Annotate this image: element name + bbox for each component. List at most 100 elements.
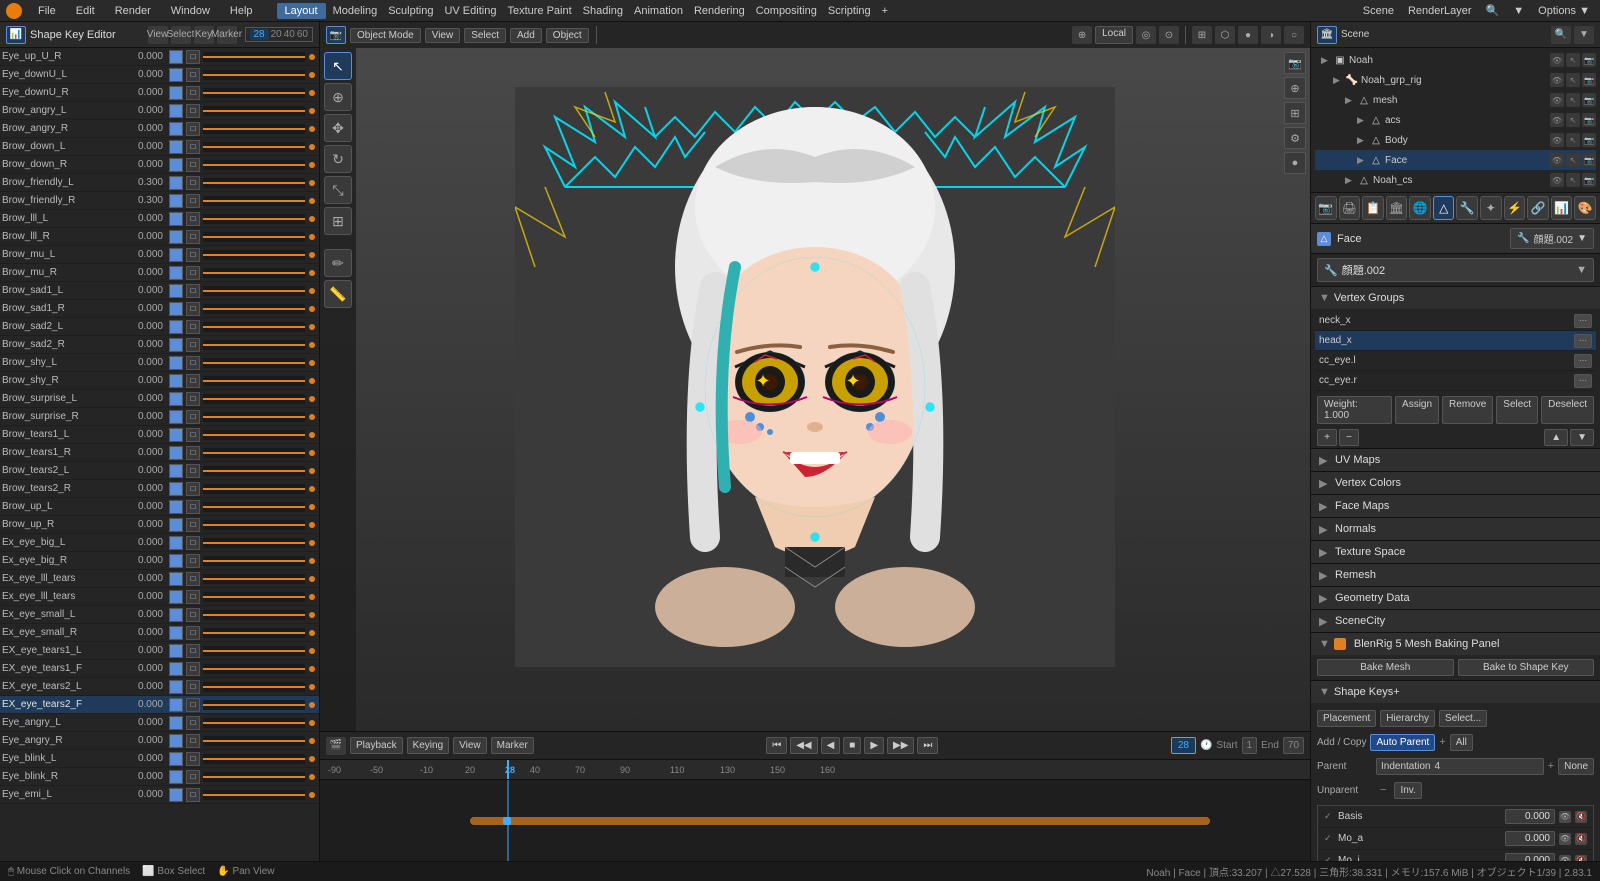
viewport-3d[interactable]: 📷 Object Mode View Select Add Object ⊕ L… [320,22,1310,731]
sk-mini-btn[interactable]: □ [186,320,200,334]
end-frame[interactable]: 70 [1283,737,1304,754]
sk-visibility-check[interactable] [169,140,183,154]
vg-remove-minus-btn[interactable]: − [1339,429,1359,446]
sk-mini-btn[interactable]: □ [186,392,200,406]
workspace-add-tab[interactable]: + [878,5,892,17]
sk-visibility-check[interactable] [169,482,183,496]
timeline-marker-btn[interactable]: Marker [491,737,534,754]
grid-view-btn[interactable]: ⊞ [1284,102,1306,124]
sk-mini-btn[interactable]: □ [186,194,200,208]
shape-key-row[interactable]: Brow_mu_L 0.000 □ [0,246,319,264]
sk-item-value[interactable]: 0.000 [1505,853,1555,861]
sk-mini-btn[interactable]: □ [186,158,200,172]
section-header[interactable]: ▶ UV Maps [1311,449,1600,471]
menu-render[interactable]: Render [111,5,155,17]
scene-props-tab[interactable]: 🏛 [1386,196,1408,220]
physics-tab[interactable]: ⚡ [1504,196,1526,220]
sk-mini-btn[interactable]: □ [186,626,200,640]
scene-filter-btn[interactable]: 🔍 [1551,26,1571,44]
tree-item-noah[interactable]: ▶ ▣ Noah 👁 ↖ 📷 [1315,50,1596,70]
select-tool-btn[interactable]: ↖ [324,52,352,80]
object-props-tab[interactable]: △ [1433,196,1455,220]
sk-mini-btn[interactable]: □ [186,734,200,748]
sk-visibility-check[interactable] [169,662,183,676]
all-btn[interactable]: All [1450,734,1473,751]
sk-mini-btn[interactable]: □ [186,410,200,424]
shape-key-row[interactable]: Brow_lll_R 0.000 □ [0,228,319,246]
shape-key-row[interactable]: Brow_lll_L 0.000 □ [0,210,319,228]
vg-add-btn[interactable]: + [1317,429,1337,446]
shape-key-row[interactable]: Eye_downU_R 0.000 □ [0,84,319,102]
sk-mini-btn[interactable]: □ [186,122,200,136]
vg-scroll-down-btn[interactable]: ▼ [1570,429,1594,446]
shape-key-row[interactable]: Ex_eye_small_R 0.000 □ [0,624,319,642]
skp-item[interactable]: ✓ Basis 0.000 👁 🔇 [1318,806,1593,828]
sk-mini-btn[interactable]: □ [186,176,200,190]
transform-tool-btn[interactable]: ⊞ [324,207,352,235]
vg-select-btn[interactable]: Select [1496,396,1538,424]
viewport-select-btn[interactable]: Select [464,28,506,43]
menu-file[interactable]: File [34,5,60,17]
sk-eye[interactable]: 👁 [1559,811,1571,823]
select-icon[interactable]: ↖ [1566,53,1580,67]
sk-visibility-check[interactable] [169,302,183,316]
vg-scroll-up-btn[interactable]: ▲ [1544,429,1568,446]
overlay-icon[interactable]: ⊞ [1192,26,1212,44]
shape-key-row[interactable]: Brow_sad1_L 0.000 □ [0,282,319,300]
sk-mini-btn[interactable]: □ [186,68,200,82]
render-layer-selector[interactable]: RenderLayer [1404,5,1476,17]
step-back-btn[interactable]: ◀◀ [790,737,817,754]
sk-mini-btn[interactable]: □ [186,338,200,352]
section-header[interactable]: ▶ SceneCity [1311,610,1600,632]
sk-eye[interactable]: 👁 [1559,833,1571,845]
sk-visibility-check[interactable] [169,86,183,100]
sk-mini-btn[interactable]: □ [186,446,200,460]
sk-visibility-check[interactable] [169,536,183,550]
cursor-snap-icon[interactable]: ⊕ [1072,26,1092,44]
placement-btn[interactable]: Placement [1317,710,1376,727]
sk-mini-btn[interactable]: □ [186,680,200,694]
sk-mini-btn[interactable]: □ [186,230,200,244]
shape-key-row[interactable]: Brow_up_L 0.000 □ [0,498,319,516]
start-frame[interactable]: 1 [1242,737,1258,754]
sk-visibility-check[interactable] [169,122,183,136]
sk-visibility-check[interactable] [169,734,183,748]
world-origin-btn[interactable]: ⊕ [1284,77,1306,99]
keying-btn[interactable]: Keying [407,737,450,754]
section-header[interactable]: ▶ Texture Space [1311,541,1600,563]
rotate-tool-btn[interactable]: ↻ [324,145,352,173]
object-mode-btn[interactable]: Object Mode [350,28,421,43]
workspace-tab-layout[interactable]: Layout [277,3,326,19]
select-icon[interactable]: ↖ [1566,93,1580,107]
render-icon[interactable]: 📷 [1582,113,1596,127]
select-btn[interactable]: Select... [1439,710,1487,727]
shape-key-row[interactable]: Brow_surprise_L 0.000 □ [0,390,319,408]
select-icon[interactable]: ↖ [1566,113,1580,127]
sk-visibility-check[interactable] [169,176,183,190]
sk-mini-btn[interactable]: □ [186,374,200,388]
sk-visibility-check[interactable] [169,446,183,460]
shape-key-row[interactable]: Ex_eye_lll_tears 0.000 □ [0,570,319,588]
sk-mini-btn[interactable]: □ [186,698,200,712]
sk-visibility-check[interactable] [169,266,183,280]
scene-options-btn[interactable]: ▼ [1574,26,1594,44]
sk-mute[interactable]: 🔇 [1575,811,1587,823]
shape-key-row[interactable]: Brow_down_R 0.000 □ [0,156,319,174]
tree-item-noah_cs[interactable]: ▶ △ Noah_cs 👁 ↖ 📷 [1315,170,1596,190]
bake-mesh-btn[interactable]: Bake Mesh [1317,659,1454,676]
shape-key-row[interactable]: EX_eye_tears1_L 0.000 □ [0,642,319,660]
vg-btn[interactable]: ⋯ [1574,314,1592,328]
timeline-view-btn[interactable]: View [453,737,487,754]
sk-visibility-check[interactable] [169,554,183,568]
render-icon[interactable]: 📷 [1582,133,1596,147]
section-header[interactable]: ▶ Geometry Data [1311,587,1600,609]
sk-mini-btn[interactable]: □ [186,212,200,226]
shape-key-row[interactable]: Ex_eye_big_L 0.000 □ [0,534,319,552]
sk-mini-btn[interactable]: □ [186,464,200,478]
orientation-btn[interactable]: Local [1095,26,1133,44]
vg-btn[interactable]: ⋯ [1574,374,1592,388]
sk-mini-btn[interactable]: □ [186,356,200,370]
bake-shape-key-btn[interactable]: Bake to Shape Key [1458,659,1595,676]
sk-mini-btn[interactable]: □ [186,752,200,766]
sk-visibility-check[interactable] [169,212,183,226]
